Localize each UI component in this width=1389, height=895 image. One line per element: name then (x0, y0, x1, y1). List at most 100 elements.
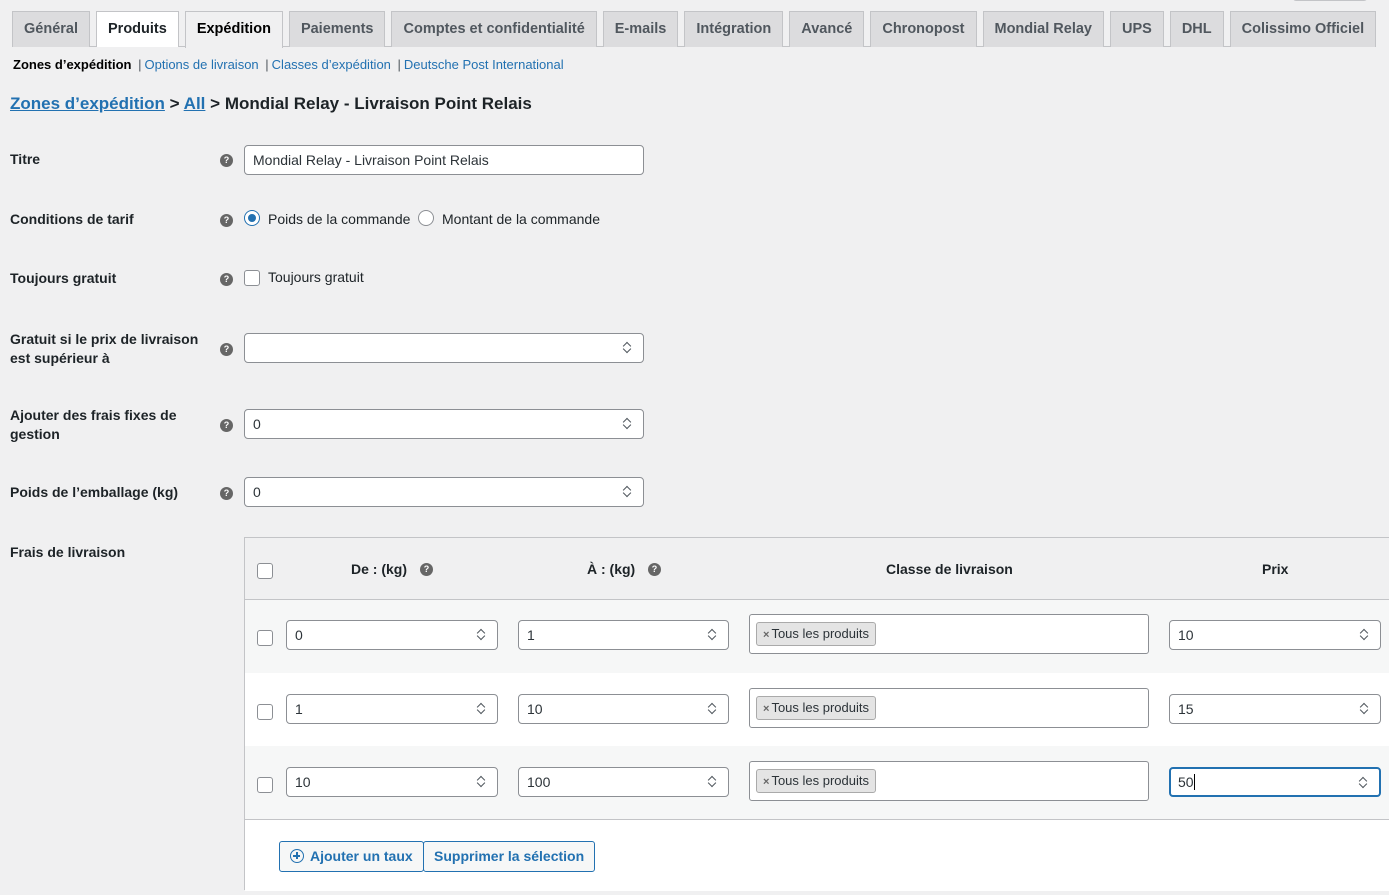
help-icon[interactable]: ? (220, 154, 233, 167)
help-icon[interactable]: ? (220, 214, 233, 227)
shipping-class-tag: × Tous les produits (756, 696, 876, 720)
rate-from-input[interactable]: 1 (286, 694, 498, 724)
spinner-icon[interactable] (475, 627, 489, 643)
help-icon[interactable]: ? (648, 563, 661, 576)
help-icon[interactable]: ? (220, 273, 233, 286)
spinner-icon[interactable] (1357, 775, 1371, 791)
subnav-shipping-zones[interactable]: Zones d’expédition (13, 57, 131, 72)
shipping-class-tag-label: Tous les produits (771, 700, 869, 715)
tab-general[interactable]: Général (12, 11, 90, 47)
always-free-checkbox[interactable] (244, 270, 260, 286)
rate-from-value: 1 (295, 701, 303, 717)
tab-integration[interactable]: Intégration (684, 11, 784, 47)
text-caret (1193, 774, 1195, 790)
tab-chronopost[interactable]: Chronopost (870, 11, 977, 47)
rate-to-value: 10 (527, 701, 543, 717)
shipping-class-tag: × Tous les produits (756, 622, 876, 646)
table-row: 0 1 × Tous les produits 10 (245, 600, 1389, 673)
radio-order-amount-label[interactable]: Montant de la commande (442, 211, 600, 227)
conditions-label: Conditions de tarif (10, 211, 134, 227)
spinner-icon[interactable] (621, 416, 635, 432)
rate-from-input[interactable]: 10 (286, 767, 498, 797)
radio-order-weight[interactable] (244, 210, 260, 226)
tab-emails[interactable]: E-mails (602, 11, 679, 47)
spinner-icon[interactable] (475, 774, 489, 790)
spinner-icon[interactable] (621, 484, 635, 500)
subnav-deutsche-post[interactable]: Deutsche Post International (404, 57, 564, 72)
tab-colissimo[interactable]: Colissimo Officiel (1229, 11, 1377, 47)
settings-tabs: Général Produits Expédition Paiements Co… (12, 11, 1377, 48)
packaging-weight-value: 0 (253, 484, 261, 500)
spinner-icon[interactable] (475, 701, 489, 717)
row-checkbox[interactable] (257, 630, 273, 646)
table-row: 10 100 × Tous les produits 50 (245, 746, 1389, 819)
tab-advanced[interactable]: Avancé (789, 11, 865, 47)
breadcrumb-all-link[interactable]: All (184, 94, 206, 113)
tab-products[interactable]: Produits (96, 11, 179, 47)
handling-fee-input[interactable]: 0 (244, 409, 644, 439)
spinner-icon[interactable] (1358, 701, 1372, 717)
remove-tag-icon[interactable]: × (763, 629, 769, 641)
help-icon[interactable]: ? (420, 563, 433, 576)
rate-price-input-focused[interactable]: 50 (1169, 767, 1381, 797)
always-free-checkbox-label[interactable]: Toujours gratuit (268, 269, 364, 285)
help-tab-button[interactable] (1293, 0, 1367, 1)
handling-fee-label: Ajouter des frais fixes de gestion (10, 407, 177, 442)
rate-price-input[interactable]: 10 (1169, 620, 1381, 650)
rates-label: Frais de livraison (10, 544, 126, 560)
breadcrumb: Zones d’expédition > All > Mondial Relay… (10, 94, 532, 114)
spinner-icon[interactable] (1358, 627, 1372, 643)
title-label: Titre (10, 151, 41, 167)
remove-tag-icon[interactable]: × (763, 703, 769, 715)
row-checkbox[interactable] (257, 777, 273, 793)
remove-tag-icon[interactable]: × (763, 776, 769, 788)
header-to: À : (kg) (587, 561, 636, 577)
table-row: 1 10 × Tous les produits 15 (245, 673, 1389, 746)
help-icon[interactable]: ? (220, 419, 233, 432)
help-icon[interactable]: ? (220, 343, 233, 356)
rate-from-input[interactable]: 0 (286, 620, 498, 650)
rate-price-input[interactable]: 15 (1169, 694, 1381, 724)
rates-table-header: De : (kg) ? À : (kg) ? Classe de livrais… (245, 538, 1389, 600)
title-input[interactable]: Mondial Relay - Livraison Point Relais (244, 145, 644, 175)
rate-to-input[interactable]: 100 (518, 767, 729, 797)
shipping-subnav: Zones d’expédition | Options de livraison… (13, 57, 564, 72)
subnav-separator: | (265, 57, 269, 72)
breadcrumb-separator: > (169, 94, 180, 113)
delete-selection-label: Supprimer la sélection (434, 848, 585, 864)
subnav-shipping-options[interactable]: Options de livraison (144, 57, 258, 72)
always-free-label: Toujours gratuit (10, 270, 117, 286)
spinner-icon[interactable] (706, 701, 720, 717)
help-icon[interactable]: ? (220, 487, 233, 500)
tab-dhl[interactable]: DHL (1169, 11, 1224, 47)
tab-mondial-relay[interactable]: Mondial Relay (982, 11, 1104, 47)
tab-accounts-privacy[interactable]: Comptes et confidentialité (391, 11, 597, 47)
header-price: Prix (1262, 561, 1289, 577)
breadcrumb-zones-link[interactable]: Zones d’expédition (10, 94, 165, 113)
shipping-class-select[interactable]: × Tous les produits (749, 688, 1149, 728)
select-all-checkbox[interactable] (257, 563, 273, 579)
packaging-weight-label: Poids de l’emballage (kg) (10, 484, 179, 500)
packaging-weight-input[interactable]: 0 (244, 477, 644, 507)
shipping-class-select[interactable]: × Tous les produits (749, 761, 1149, 801)
tab-payments[interactable]: Paiements (288, 11, 386, 47)
radio-order-weight-label[interactable]: Poids de la commande (268, 211, 410, 227)
row-checkbox[interactable] (257, 704, 273, 720)
spinner-icon[interactable] (621, 340, 635, 356)
tab-shipping[interactable]: Expédition (184, 11, 283, 48)
shipping-class-select[interactable]: × Tous les produits (749, 614, 1149, 654)
rate-price-value: 10 (1178, 627, 1194, 643)
add-rate-button[interactable]: Ajouter un taux (279, 841, 424, 872)
spinner-icon[interactable] (706, 774, 720, 790)
free-if-above-label: Gratuit si le prix de livraison est supé… (10, 331, 199, 366)
breadcrumb-current: Mondial Relay - Livraison Point Relais (224, 94, 532, 113)
rate-price-value: 15 (1178, 701, 1194, 717)
subnav-shipping-classes[interactable]: Classes d’expédition (272, 57, 391, 72)
spinner-icon[interactable] (706, 627, 720, 643)
free-if-above-input[interactable] (244, 333, 644, 363)
delete-selection-button[interactable]: Supprimer la sélection (423, 841, 596, 872)
rate-to-input[interactable]: 1 (518, 620, 729, 650)
rate-to-input[interactable]: 10 (518, 694, 729, 724)
tab-ups[interactable]: UPS (1110, 11, 1164, 47)
radio-order-amount[interactable] (418, 210, 434, 226)
